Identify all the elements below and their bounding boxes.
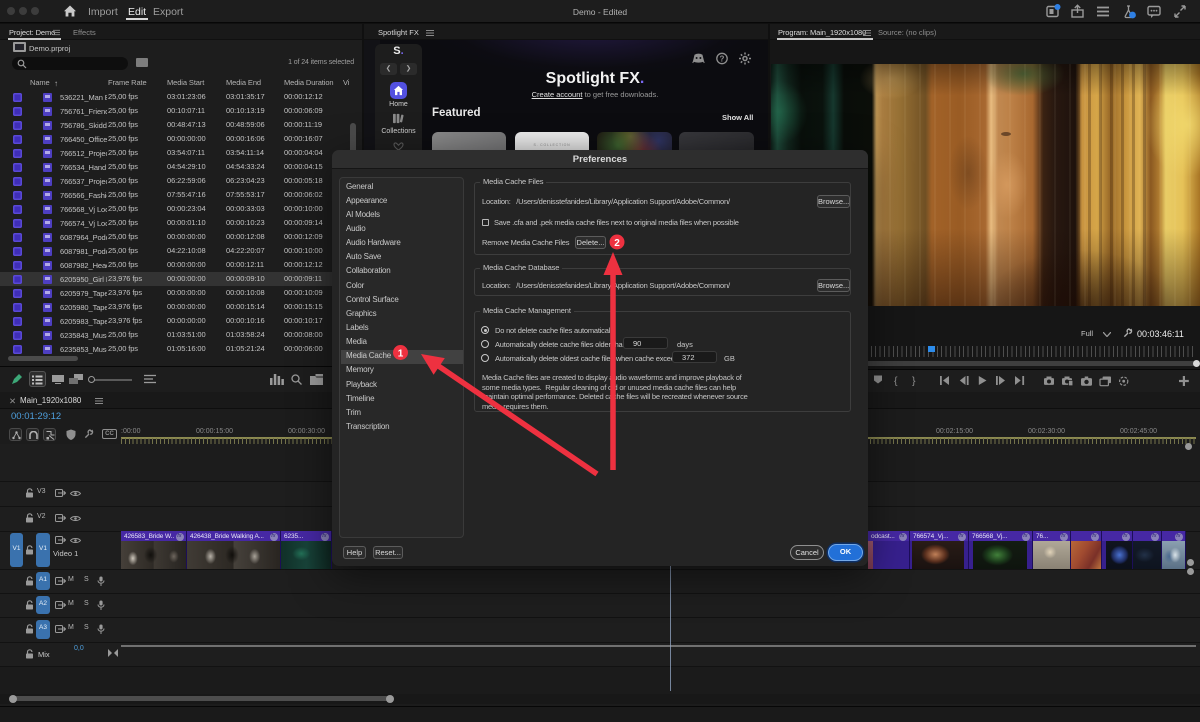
svg-text:1: 1 bbox=[398, 349, 404, 360]
svg-text:2: 2 bbox=[614, 238, 620, 249]
